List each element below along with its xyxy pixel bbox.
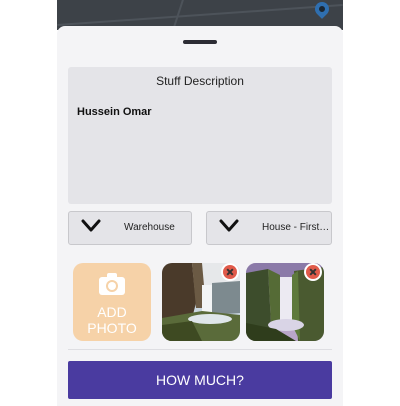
map-road (57, 4, 343, 26)
chevron-down-icon (81, 219, 101, 232)
close-icon[interactable] (223, 265, 237, 279)
to-location-value: House - First… (262, 222, 330, 233)
stuff-description-text[interactable]: Hussein Omar (77, 106, 152, 118)
add-photo-label: ADD PHOTO (87, 304, 137, 336)
stuff-description-field[interactable]: Stuff Description Hussein Omar (68, 67, 332, 204)
sheet-drag-handle[interactable] (183, 40, 217, 44)
bottom-sheet: Stuff Description Hussein Omar Warehouse… (57, 26, 343, 406)
add-photo-button[interactable]: ADD PHOTO (73, 263, 151, 341)
map-pin-icon (312, 0, 332, 19)
from-location-value: Warehouse (124, 222, 175, 233)
to-location-dropdown[interactable]: House - First… (206, 211, 332, 245)
close-icon[interactable] (306, 265, 320, 279)
from-location-dropdown[interactable]: Warehouse (68, 211, 192, 245)
divider (68, 349, 332, 350)
chevron-down-icon (219, 219, 239, 232)
how-much-button[interactable]: HOW MUCH? (68, 361, 332, 399)
stuff-description-title: Stuff Description (156, 74, 244, 88)
camera-icon (99, 273, 125, 295)
